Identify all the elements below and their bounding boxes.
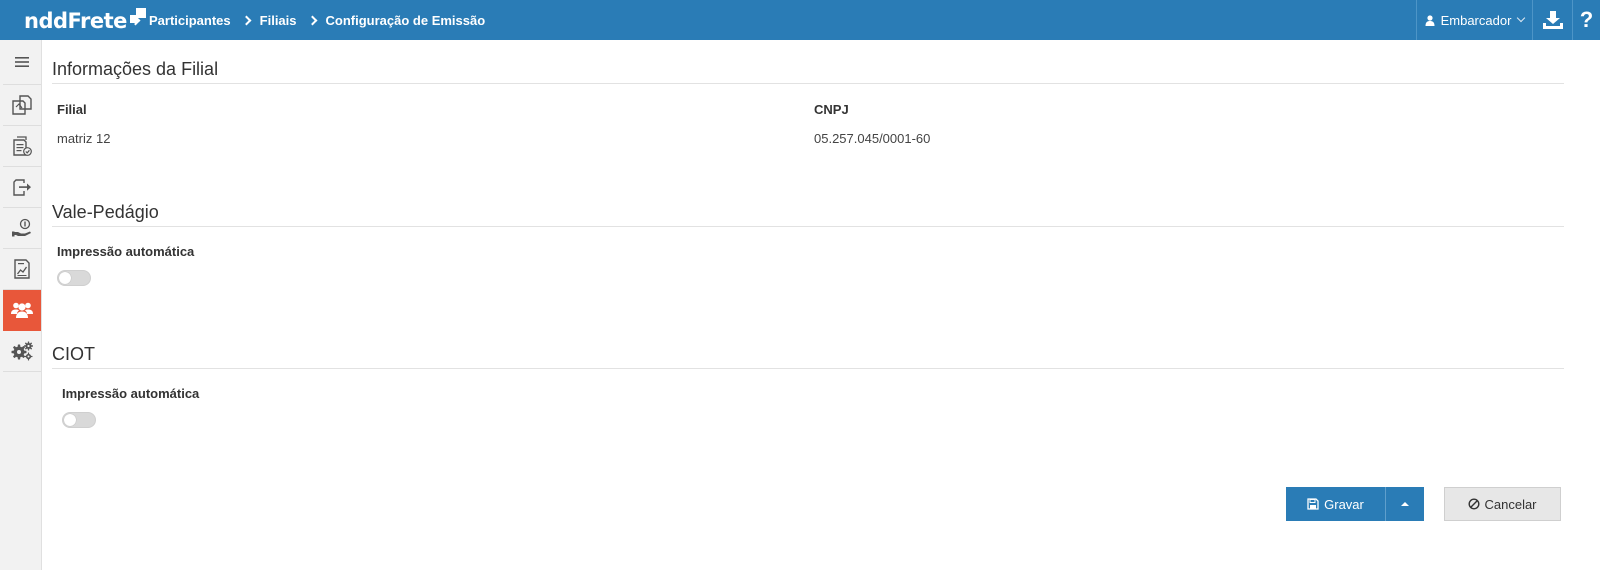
download-icon <box>1542 11 1563 29</box>
breadcrumb-label: Participantes <box>149 12 231 28</box>
ciot-auto-print-label: Impressão automática <box>62 386 200 401</box>
sidebar-item-menu[interactable] <box>3 40 41 85</box>
chevron-right-icon <box>130 15 141 25</box>
cnpj-value: 05.257.045/0001-60 <box>814 131 931 146</box>
save-options-dropdown-button[interactable] <box>1386 487 1424 521</box>
documents-icon <box>12 95 32 115</box>
breadcrumb-label: Filiais <box>259 12 297 28</box>
ciot-auto-print-toggle[interactable] <box>62 412 96 428</box>
vale-pedagio-auto-print-toggle[interactable] <box>57 270 91 286</box>
section-divider <box>52 226 1564 227</box>
report-chart-icon <box>14 259 30 279</box>
toggle-knob <box>64 414 76 426</box>
user-menu[interactable]: Embarcador <box>1416 0 1532 40</box>
section-title-ciot: CIOT <box>52 344 95 364</box>
section-divider <box>52 83 1564 84</box>
users-icon <box>11 302 33 318</box>
filial-label: Filial <box>57 102 87 117</box>
save-button-label: Gravar <box>1324 496 1364 512</box>
document-export-icon <box>13 179 31 196</box>
top-bar: nddFrete Participantes Filiais Configura… <box>0 0 1600 40</box>
section-title-branch-info: Informações da Filial <box>52 59 219 79</box>
toggle-knob <box>59 272 71 284</box>
save-button[interactable]: Gravar <box>1286 487 1386 521</box>
breadcrumb-item-filiais[interactable]: Filiais <box>241 13 297 28</box>
breadcrumb-item-configuracao: Configuração de Emissão <box>307 12 486 28</box>
sidebar <box>0 40 42 570</box>
filial-value: matriz 12 <box>57 131 111 146</box>
sidebar-item-participants[interactable] <box>3 290 41 331</box>
sidebar-item-documents[interactable] <box>3 85 41 126</box>
breadcrumb-label: Configuração de Emissão <box>325 12 486 28</box>
header-actions: Embarcador ? <box>1416 0 1600 40</box>
logo-text: nddFrete <box>24 9 127 33</box>
user-menu-label: Embarcador <box>1440 12 1512 28</box>
ban-icon <box>1468 498 1480 510</box>
section-title-vale-pedagio: Vale-Pedágio <box>52 202 159 222</box>
cnpj-label: CNPJ <box>814 102 849 117</box>
app-logo[interactable]: nddFrete <box>24 6 146 34</box>
caret-up-icon <box>1401 502 1409 506</box>
cancel-button[interactable]: Cancelar <box>1444 487 1561 521</box>
sidebar-item-document-export[interactable] <box>3 167 41 208</box>
vale-pedagio-auto-print-label: Impressão automática <box>57 244 195 259</box>
sidebar-item-document-check[interactable] <box>3 126 41 167</box>
chevron-right-icon <box>307 15 317 25</box>
breadcrumb: Participantes Filiais Configuração de Em… <box>130 0 495 40</box>
chevron-down-icon <box>1517 13 1526 23</box>
sidebar-item-payments[interactable] <box>3 208 41 249</box>
cancel-button-label: Cancelar <box>1484 496 1537 512</box>
user-icon <box>1425 14 1435 26</box>
hamburger-menu-icon <box>15 57 29 67</box>
gears-icon <box>11 341 33 361</box>
sidebar-item-settings[interactable] <box>3 331 41 372</box>
document-check-icon <box>13 136 32 156</box>
chevron-right-icon <box>241 15 252 25</box>
floppy-disk-icon <box>1307 498 1319 510</box>
download-button[interactable] <box>1532 0 1572 40</box>
help-button[interactable]: ? <box>1572 0 1600 40</box>
breadcrumb-item-participantes[interactable]: Participantes <box>130 13 231 28</box>
section-divider <box>52 368 1564 369</box>
hand-coin-icon <box>12 218 31 237</box>
save-button-group: Gravar <box>1286 487 1424 521</box>
sidebar-item-reports[interactable] <box>3 249 41 290</box>
